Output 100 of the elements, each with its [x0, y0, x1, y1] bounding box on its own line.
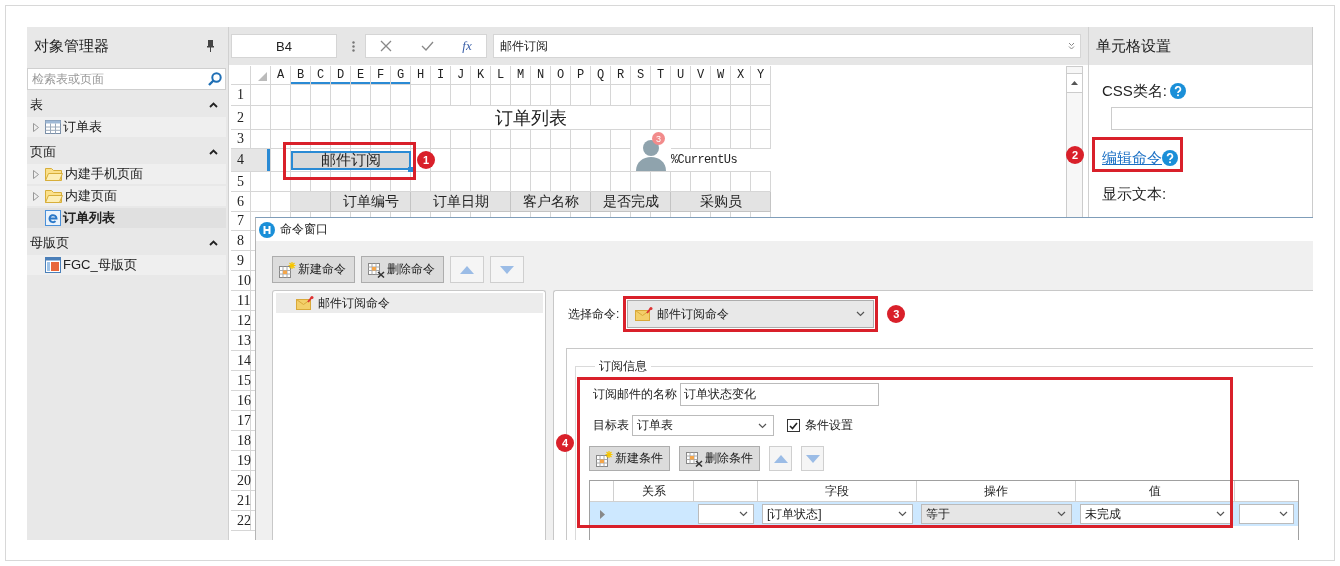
- column-header[interactable]: A: [271, 66, 291, 85]
- column-header[interactable]: R: [611, 66, 631, 85]
- tree-item[interactable]: 内建页面: [27, 186, 226, 206]
- command-item[interactable]: 邮件订阅命令: [276, 293, 543, 313]
- column-header[interactable]: F: [371, 66, 391, 85]
- column-header: 值: [1076, 481, 1235, 501]
- search-field[interactable]: 检索表或页面: [27, 68, 226, 90]
- column-header[interactable]: I: [431, 66, 451, 85]
- section-title: 表: [30, 96, 43, 114]
- arrow-up-icon: [1071, 81, 1078, 85]
- folder-icon: [45, 167, 63, 181]
- column-header[interactable]: M: [511, 66, 531, 85]
- check-icon[interactable]: [420, 41, 434, 51]
- column-header[interactable]: Y: [751, 66, 771, 85]
- combo-box[interactable]: [订单状态]: [762, 504, 913, 524]
- chevron-down-icon: [1057, 511, 1066, 517]
- chevron-down-icon: [739, 511, 748, 517]
- combo-box[interactable]: [1239, 504, 1294, 524]
- subscribe-button[interactable]: 邮件订阅: [291, 151, 411, 170]
- command-dropdown[interactable]: 邮件订阅命令: [627, 300, 875, 328]
- table-dropdown[interactable]: 订单表: [632, 415, 774, 436]
- expand-arrow-icon[interactable]: [33, 191, 39, 201]
- column-header[interactable]: B: [291, 66, 311, 85]
- table-header-cell: [291, 192, 331, 212]
- column-header[interactable]: P: [571, 66, 591, 85]
- pin-icon[interactable]: [207, 40, 214, 52]
- column-header[interactable]: S: [631, 66, 651, 85]
- move-up-button[interactable]: [450, 256, 484, 283]
- logo-icon: [259, 221, 275, 238]
- section-title: 母版页: [30, 234, 69, 252]
- dropdown[interactable]: 等于: [921, 504, 1072, 524]
- expand-arrow-icon[interactable]: [33, 169, 39, 179]
- column-header: 关系: [614, 481, 694, 501]
- column-header[interactable]: H: [411, 66, 431, 85]
- delete-command-button[interactable]: 删除命令: [361, 256, 444, 283]
- checkbox[interactable]: [787, 419, 800, 432]
- table-header-cell: 采购员: [671, 192, 771, 212]
- input-field[interactable]: 订单状态变化: [680, 383, 879, 406]
- row-header[interactable]: 5: [231, 172, 271, 192]
- select-all-icon[interactable]: [258, 72, 267, 81]
- column-header[interactable]: D: [331, 66, 351, 85]
- table-header-cell: 订单编号: [331, 192, 411, 212]
- new-command-button[interactable]: 新建命令: [272, 256, 355, 283]
- edit-command-link[interactable]: 编辑命令: [1102, 148, 1162, 168]
- cell-reference-field[interactable]: B4: [231, 34, 337, 58]
- column-header[interactable]: C: [311, 66, 331, 85]
- field-label: 目标表: [593, 417, 629, 434]
- column-header[interactable]: V: [691, 66, 711, 85]
- tree-item[interactable]: 订单表: [27, 117, 226, 137]
- caret-up-icon[interactable]: [209, 240, 218, 246]
- tree-item[interactable]: FGC_母版页: [27, 255, 226, 275]
- table-header-cell: 客户名称: [511, 192, 591, 212]
- tree-item[interactable]: 订单列表: [27, 208, 226, 228]
- arrow-down-icon: [805, 454, 820, 463]
- column-header: 操作: [917, 481, 1076, 501]
- input-field[interactable]: [1111, 107, 1312, 130]
- new-condition-button[interactable]: 新建条件: [589, 446, 670, 471]
- column-header[interactable]: E: [351, 66, 371, 85]
- column-header[interactable]: Q: [591, 66, 611, 85]
- delete-condition-button[interactable]: 删除条件: [679, 446, 760, 471]
- column-header[interactable]: K: [471, 66, 491, 85]
- function-button[interactable]: fx: [462, 38, 472, 54]
- combo-box[interactable]: 未完成: [1080, 504, 1231, 524]
- chevron-down-icon: [898, 511, 907, 517]
- help-icon[interactable]: [1162, 150, 1178, 166]
- table-icon: [45, 120, 61, 134]
- delete-item-icon: [367, 261, 385, 278]
- row-header[interactable]: 1: [231, 85, 271, 106]
- column-header[interactable]: J: [451, 66, 471, 85]
- field-label: 订阅邮件的名称: [593, 386, 677, 403]
- combo-box[interactable]: [698, 504, 754, 524]
- move-up-button[interactable]: [769, 446, 792, 471]
- column-header[interactable]: O: [551, 66, 571, 85]
- caret-up-icon[interactable]: [209, 102, 218, 108]
- cancel-icon[interactable]: [380, 40, 393, 52]
- caret-up-icon[interactable]: [209, 149, 218, 155]
- tree-item[interactable]: 内建手机页面: [27, 164, 226, 184]
- row-header[interactable]: 2: [231, 106, 271, 130]
- more-icon[interactable]: [352, 40, 355, 52]
- expand-icon[interactable]: [1068, 42, 1075, 50]
- row-header[interactable]: 6: [231, 192, 271, 212]
- table-header-cell: 是否完成: [591, 192, 671, 212]
- help-icon[interactable]: [1170, 83, 1186, 99]
- formula-field[interactable]: 邮件订阅: [493, 34, 1081, 58]
- table-row[interactable]: [订单状态] 等于 未完成: [590, 502, 1298, 526]
- column-header[interactable]: T: [651, 66, 671, 85]
- scroll-up-button[interactable]: [1067, 73, 1082, 93]
- search-icon[interactable]: [208, 72, 222, 86]
- column-header[interactable]: X: [731, 66, 751, 85]
- column-header[interactable]: U: [671, 66, 691, 85]
- row-header[interactable]: 4: [231, 149, 271, 172]
- envelope-icon: [296, 296, 314, 310]
- move-down-button[interactable]: [490, 256, 524, 283]
- chevron-down-icon: [856, 311, 866, 317]
- column-header[interactable]: G: [391, 66, 411, 85]
- column-header[interactable]: L: [491, 66, 511, 85]
- column-header[interactable]: W: [711, 66, 731, 85]
- move-down-button[interactable]: [801, 446, 824, 471]
- expand-arrow-icon[interactable]: [33, 122, 39, 132]
- column-header[interactable]: N: [531, 66, 551, 85]
